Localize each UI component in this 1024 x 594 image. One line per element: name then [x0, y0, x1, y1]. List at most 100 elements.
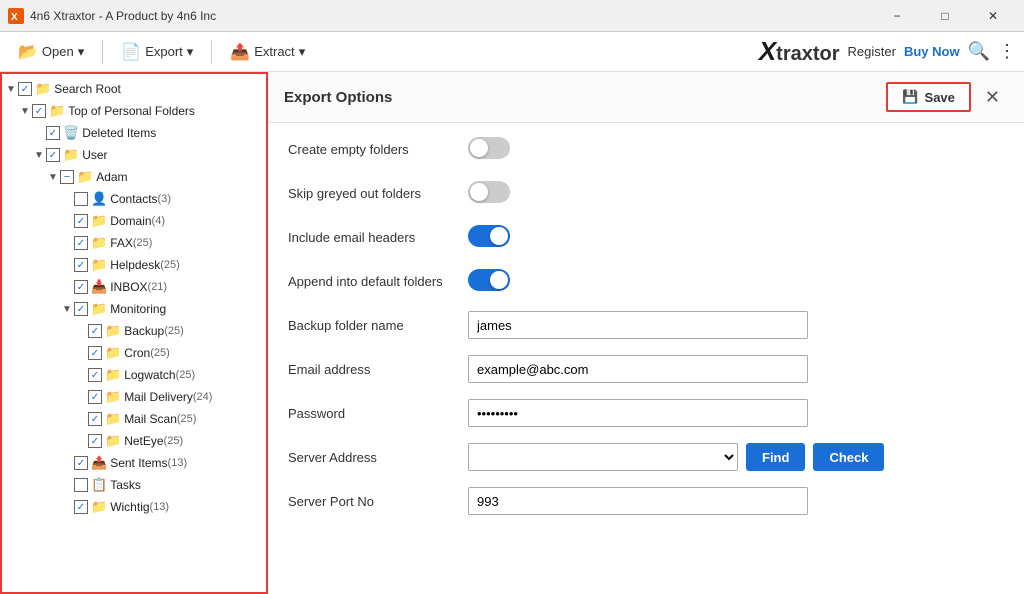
tree-label-mailscan: Mail Scan	[124, 412, 177, 426]
email-address-input[interactable]	[468, 355, 808, 383]
include-email-headers-toggle[interactable]	[468, 225, 510, 247]
save-button[interactable]: 💾 Save	[886, 82, 971, 112]
append-default-folders-toggle[interactable]	[468, 269, 510, 291]
list-item[interactable]: 📁 Logwatch (25)	[2, 364, 266, 386]
list-item[interactable]: 📥 INBOX (21)	[2, 276, 266, 298]
backup-folder-name-row: Backup folder name	[288, 309, 1004, 341]
close-button[interactable]: ✕	[970, 0, 1016, 32]
folder-icon: 📁	[105, 345, 121, 361]
tree-checkbox-contacts[interactable]	[74, 192, 88, 206]
tree-count-logwatch: (25)	[176, 369, 196, 381]
include-email-headers-label: Include email headers	[288, 230, 468, 245]
list-item[interactable]: ▼ 📁 Monitoring	[2, 298, 266, 320]
register-link[interactable]: Register	[848, 44, 896, 59]
tree-checkbox-monitoring[interactable]	[74, 302, 88, 316]
tree-checkbox-neteye[interactable]	[88, 434, 102, 448]
list-item[interactable]: 📁 Mail Delivery (24)	[2, 386, 266, 408]
list-item[interactable]: 🗑️ Deleted Items	[2, 122, 266, 144]
list-item[interactable]: 👤 Contacts (3)	[2, 188, 266, 210]
tree-arrow-domain	[60, 216, 74, 227]
app-icon: X	[8, 8, 24, 24]
tree-checkbox-backup[interactable]	[88, 324, 102, 338]
list-item[interactable]: ▼ 📁 User	[2, 144, 266, 166]
export-form: Create empty folders Skip greyed out fol…	[268, 123, 1024, 594]
tree-checkbox-tasks[interactable]	[74, 478, 88, 492]
list-item[interactable]: 📁 NetEye (25)	[2, 430, 266, 452]
tree-count-fax: (25)	[133, 237, 153, 249]
list-item[interactable]: 📁 Mail Scan (25)	[2, 408, 266, 430]
create-empty-folders-toggle[interactable]	[468, 137, 510, 159]
list-item[interactable]: ▼ 📁 Top of Personal Folders	[2, 100, 266, 122]
list-item[interactable]: ▼ 📁 Adam	[2, 166, 266, 188]
tree-label-fax: FAX	[110, 236, 133, 250]
close-panel-button[interactable]: ✕	[977, 85, 1008, 110]
maximize-button[interactable]: □	[922, 0, 968, 32]
list-item[interactable]: 📁 FAX (25)	[2, 232, 266, 254]
tree-arrow-sent	[60, 458, 74, 469]
tree-arrow-inbox	[60, 282, 74, 293]
list-item[interactable]: ▼ 📁 Search Root	[2, 78, 266, 100]
toggle-thumb	[490, 271, 508, 289]
tree-checkbox-maildelivery[interactable]	[88, 390, 102, 404]
tree-label-neteye: NetEye	[124, 434, 163, 448]
tree-checkbox-adam[interactable]	[60, 170, 74, 184]
tree-checkbox-cron[interactable]	[88, 346, 102, 360]
export-label: Export	[145, 44, 183, 59]
list-item[interactable]: 📤 Sent Items (13)	[2, 452, 266, 474]
tree-checkbox-inbox[interactable]	[74, 280, 88, 294]
tree-checkbox-root[interactable]	[18, 82, 32, 96]
tree-checkbox-sent[interactable]	[74, 456, 88, 470]
tree-checkbox-wichtig[interactable]	[74, 500, 88, 514]
main-layout: ▼ 📁 Search Root ▼ 📁 Top of Personal Fold…	[0, 72, 1024, 594]
sent-icon: 📤	[91, 455, 107, 471]
tree-count-sent: (13)	[168, 457, 188, 469]
list-item[interactable]: 📁 Cron (25)	[2, 342, 266, 364]
find-button[interactable]: Find	[746, 443, 805, 471]
tree-checkbox-domain[interactable]	[74, 214, 88, 228]
save-icon: 💾	[902, 89, 918, 105]
tree-checkbox-logwatch[interactable]	[88, 368, 102, 382]
tree-label-contacts: Contacts	[110, 192, 157, 206]
tree-checkbox-deleted[interactable]	[46, 126, 60, 140]
skip-greyed-folders-toggle[interactable]	[468, 181, 510, 203]
more-options-icon[interactable]: ⋮	[998, 41, 1016, 62]
buy-now-link[interactable]: Buy Now	[904, 44, 960, 59]
extract-icon: 📤	[230, 42, 250, 62]
backup-folder-name-input[interactable]	[468, 311, 808, 339]
toggle-thumb	[490, 227, 508, 245]
list-item[interactable]: 📁 Domain (4)	[2, 210, 266, 232]
list-item[interactable]: 📁 Backup (25)	[2, 320, 266, 342]
open-label: Open	[42, 44, 74, 59]
extract-button[interactable]: 📤 Extract ▾	[220, 38, 315, 66]
check-button[interactable]: Check	[813, 443, 884, 471]
tree-arrow-maildelivery	[74, 392, 88, 403]
tree-arrow-tasks	[60, 480, 74, 491]
tree-count-wichtig: (13)	[150, 501, 170, 513]
server-address-select[interactable]	[468, 443, 738, 471]
save-label: Save	[925, 90, 955, 105]
export-button[interactable]: 📄 Export ▾	[111, 38, 203, 66]
toolbar-right: Xtraxtor Register Buy Now 🔍 ⋮	[759, 36, 1016, 67]
folder-icon: 📁	[91, 257, 107, 273]
list-item[interactable]: 📁 Helpdesk (25)	[2, 254, 266, 276]
skip-greyed-folders-row: Skip greyed out folders	[288, 177, 1004, 209]
tree-checkbox-user[interactable]	[46, 148, 60, 162]
tree-checkbox-fax[interactable]	[74, 236, 88, 250]
tree-checkbox-personal[interactable]	[32, 104, 46, 118]
server-port-input[interactable]	[468, 487, 808, 515]
tree-arrow-contacts	[60, 194, 74, 205]
password-input[interactable]	[468, 399, 808, 427]
minimize-button[interactable]: −	[874, 0, 920, 32]
tree-label-personal: Top of Personal Folders	[68, 104, 195, 118]
list-item[interactable]: 📁 Wichtig (13)	[2, 496, 266, 518]
export-arrow-icon: ▾	[187, 44, 194, 60]
folder-icon: 📁	[105, 323, 121, 339]
list-item[interactable]: 📋 Tasks	[2, 474, 266, 496]
tree-checkbox-helpdesk[interactable]	[74, 258, 88, 272]
tree-checkbox-mailscan[interactable]	[88, 412, 102, 426]
left-panel: ▼ 📁 Search Root ▼ 📁 Top of Personal Fold…	[0, 72, 268, 594]
tree-label-maildelivery: Mail Delivery	[124, 390, 193, 404]
open-button[interactable]: 📂 Open ▾	[8, 38, 94, 66]
email-address-row: Email address	[288, 353, 1004, 385]
search-toolbar-icon[interactable]: 🔍	[968, 41, 990, 62]
